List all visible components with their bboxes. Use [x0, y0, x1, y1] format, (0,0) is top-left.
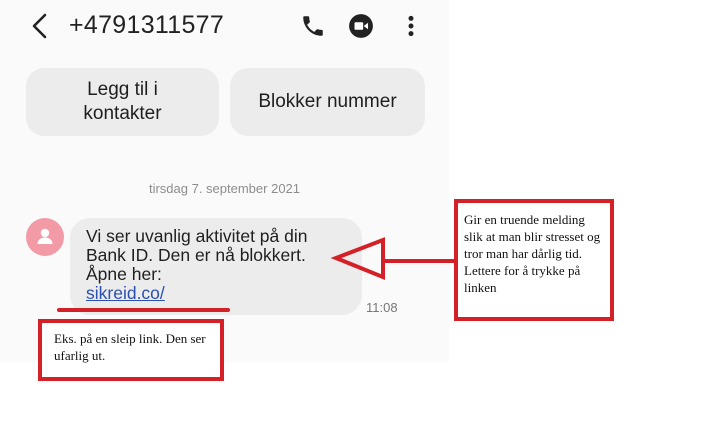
- message-line-2: Bank ID. Den er nå blokkert.: [86, 245, 306, 265]
- block-number-label: Blokker nummer: [258, 91, 397, 112]
- threat-message-annotation: Gir en truende melding slik at man blir …: [454, 199, 614, 321]
- video-call-icon[interactable]: [348, 13, 374, 39]
- message-line-3: Åpne her:: [86, 264, 162, 284]
- message-date: tirsdag 7. september 2021: [148, 181, 301, 196]
- link-underline-annotation: [57, 308, 230, 312]
- message-text: Vi ser uvanlig aktivitet på din Bank ID.…: [86, 227, 356, 303]
- add-to-contacts-button[interactable]: Legg til i kontakter: [26, 68, 219, 136]
- add-contact-label-line2: kontakter: [83, 103, 162, 124]
- more-vert-icon[interactable]: [398, 13, 424, 39]
- add-contact-label-line1: Legg til i: [87, 79, 158, 100]
- sneaky-link-annotation: Eks. på en sleip link. Den ser ufarlig u…: [38, 319, 224, 381]
- message-bubble[interactable]: Vi ser uvanlig aktivitet på din Bank ID.…: [70, 218, 362, 315]
- avatar[interactable]: [26, 218, 64, 256]
- message-line-1: Vi ser uvanlig aktivitet på din: [86, 226, 308, 246]
- phone-icon[interactable]: [300, 13, 326, 39]
- contact-phone-number: +4791311577: [69, 11, 225, 39]
- back-arrow-icon[interactable]: [28, 12, 52, 40]
- message-time: 11:08: [366, 300, 398, 315]
- message-link[interactable]: sikreid.co/: [86, 283, 165, 303]
- person-icon: [37, 228, 53, 244]
- block-number-button[interactable]: Blokker nummer: [230, 68, 425, 136]
- conversation-header: +4791311577: [0, 0, 449, 56]
